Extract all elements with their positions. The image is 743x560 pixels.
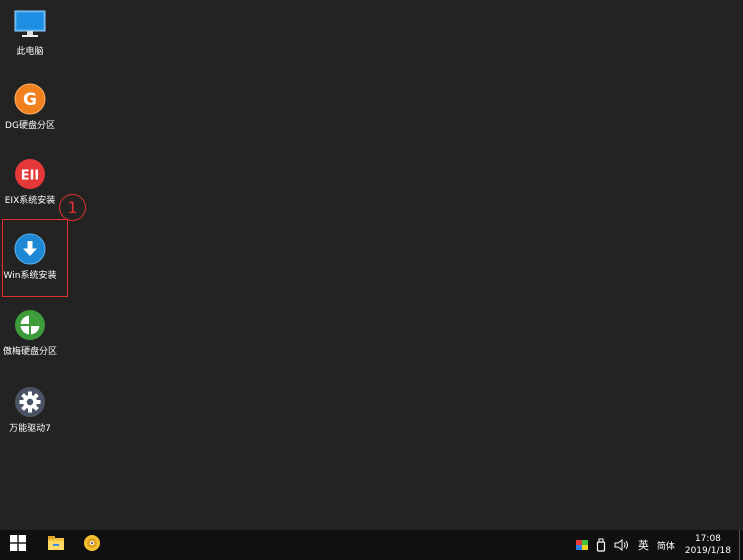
eix-glyph: EII — [21, 169, 40, 184]
start-button[interactable] — [0, 530, 36, 560]
highlight-box — [2, 219, 68, 297]
driver-gear-icon — [13, 385, 47, 419]
computer-icon — [13, 8, 47, 42]
desktop-icon-this-pc[interactable]: 此电脑 — [0, 8, 60, 58]
diskgenius-icon: G — [13, 82, 47, 116]
windows-logo-icon — [10, 535, 26, 555]
ime-mode-indicator[interactable]: 简体 — [657, 539, 675, 552]
file-explorer-icon — [47, 535, 65, 555]
usb-drive-icon[interactable] — [596, 538, 606, 552]
diskgenius-glyph: G — [23, 90, 37, 110]
clock-date: 2019/1/18 — [684, 546, 731, 556]
ime-language-indicator[interactable]: 英 — [638, 537, 649, 553]
clock-time: 17:08 — [694, 534, 721, 544]
desktop-icon-label: EIX系统安装 — [4, 196, 56, 206]
taskbar-file-explorer[interactable] — [38, 530, 74, 560]
show-desktop-button[interactable] — [739, 530, 743, 560]
aomei-partition-icon — [13, 308, 47, 342]
desktop: 此电脑 G DG硬盘分区 EII EIX系统安装 Win系统安装 傲梅硬盘分区 … — [0, 0, 743, 530]
taskbar: 英 简体 17:08 2019/1/18 — [0, 530, 743, 560]
system-tray: 英 简体 17:08 2019/1/18 — [572, 530, 743, 560]
color-flag-icon[interactable] — [575, 540, 588, 550]
clock[interactable]: 17:08 2019/1/18 — [685, 533, 731, 557]
desktop-icon-universal-driver[interactable]: 万能驱动7 — [0, 385, 60, 435]
speaker-icon[interactable] — [614, 539, 630, 551]
disc-icon — [83, 534, 101, 556]
desktop-icon-eix-install[interactable]: EII EIX系统安装 — [0, 157, 60, 207]
desktop-icon-label: 傲梅硬盘分区 — [2, 347, 57, 357]
desktop-icon-diskgenius[interactable]: G DG硬盘分区 — [0, 82, 60, 132]
eix-icon: EII — [13, 157, 47, 191]
desktop-icon-label: 万能驱动7 — [9, 424, 51, 434]
desktop-icon-aomei-partition[interactable]: 傲梅硬盘分区 — [0, 308, 60, 358]
step-marker: 1 — [59, 194, 86, 221]
taskbar-disc-app[interactable] — [74, 530, 110, 560]
desktop-icon-label: DG硬盘分区 — [5, 121, 55, 131]
desktop-icon-label: 此电脑 — [16, 47, 44, 57]
